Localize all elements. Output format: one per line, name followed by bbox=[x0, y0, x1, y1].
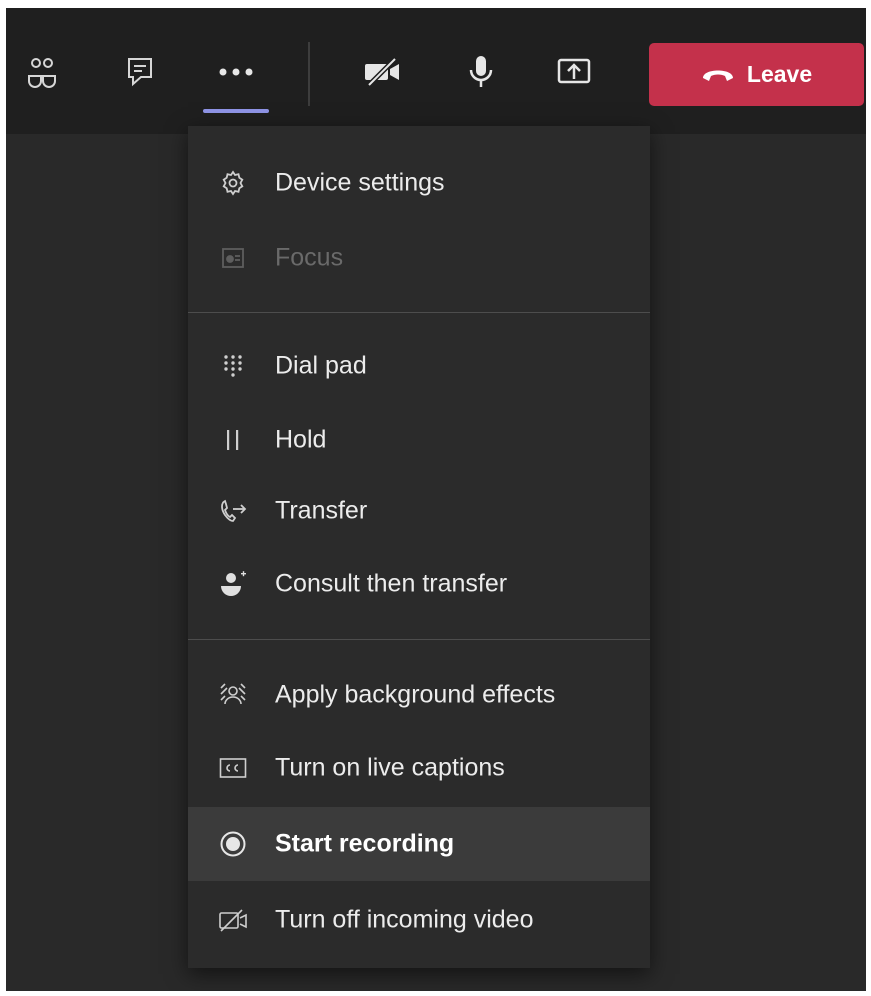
transfer-call-icon bbox=[218, 496, 248, 526]
menu-item-label: Transfer bbox=[275, 496, 368, 525]
more-actions-icon bbox=[218, 67, 254, 77]
record-icon bbox=[218, 829, 248, 859]
consult-transfer-icon bbox=[218, 569, 248, 599]
dialpad-icon bbox=[218, 351, 248, 381]
active-tab-indicator bbox=[203, 109, 269, 113]
menu-item-hold[interactable]: Hold bbox=[188, 403, 650, 477]
chat-icon bbox=[125, 56, 155, 88]
pause-icon bbox=[218, 425, 248, 455]
menu-item-transfer[interactable]: Transfer bbox=[188, 474, 650, 548]
menu-item-label: Hold bbox=[275, 425, 327, 454]
video-off-icon bbox=[218, 905, 248, 935]
microphone-button[interactable] bbox=[461, 52, 501, 92]
meeting-toolbar: Leave bbox=[6, 8, 866, 134]
microphone-icon bbox=[468, 54, 494, 90]
menu-item-dial-pad[interactable]: Dial pad bbox=[188, 329, 650, 403]
more-actions-menu: Device settings Focus Dial pad Hold Tran… bbox=[188, 126, 650, 968]
menu-item-label: Focus bbox=[275, 243, 344, 272]
toolbar-divider bbox=[308, 42, 310, 106]
menu-item-consult-then-transfer[interactable]: Consult then transfer bbox=[188, 547, 650, 621]
camera-toggle-button[interactable] bbox=[363, 52, 403, 92]
menu-item-label: Consult then transfer bbox=[275, 569, 508, 598]
menu-item-label: Start recording bbox=[275, 829, 455, 858]
menu-item-live-captions[interactable]: Turn on live captions bbox=[188, 731, 650, 805]
menu-item-start-recording[interactable]: Start recording bbox=[188, 807, 650, 881]
share-screen-icon bbox=[557, 57, 591, 87]
menu-item-background-effects[interactable]: Apply background effects bbox=[188, 658, 650, 732]
menu-item-incoming-video[interactable]: Turn off incoming video bbox=[188, 883, 650, 957]
participants-icon bbox=[25, 55, 59, 89]
leave-button[interactable]: Leave bbox=[649, 43, 864, 106]
menu-divider bbox=[188, 312, 650, 313]
gear-icon bbox=[218, 168, 248, 198]
focus-icon bbox=[218, 243, 248, 273]
participants-button[interactable] bbox=[22, 52, 62, 92]
chat-button[interactable] bbox=[120, 52, 160, 92]
share-screen-button[interactable] bbox=[554, 52, 594, 92]
background-effects-icon bbox=[218, 680, 248, 710]
menu-divider bbox=[188, 639, 650, 640]
leave-label: Leave bbox=[746, 61, 813, 87]
menu-item-label: Device settings bbox=[275, 168, 445, 197]
hang-up-icon bbox=[701, 61, 735, 88]
menu-item-device-settings[interactable]: Device settings bbox=[188, 146, 650, 220]
menu-item-focus: Focus bbox=[188, 221, 650, 295]
camera-off-icon bbox=[365, 57, 401, 87]
menu-item-label: Turn off incoming video bbox=[275, 905, 534, 934]
menu-item-label: Apply background effects bbox=[275, 680, 556, 709]
menu-item-label: Turn on live captions bbox=[275, 753, 505, 782]
captions-icon bbox=[218, 753, 248, 783]
menu-item-label: Dial pad bbox=[275, 351, 367, 380]
meeting-window: Leave Device settings Focus Dial pad Hol… bbox=[6, 8, 866, 991]
more-actions-button[interactable] bbox=[216, 52, 256, 92]
